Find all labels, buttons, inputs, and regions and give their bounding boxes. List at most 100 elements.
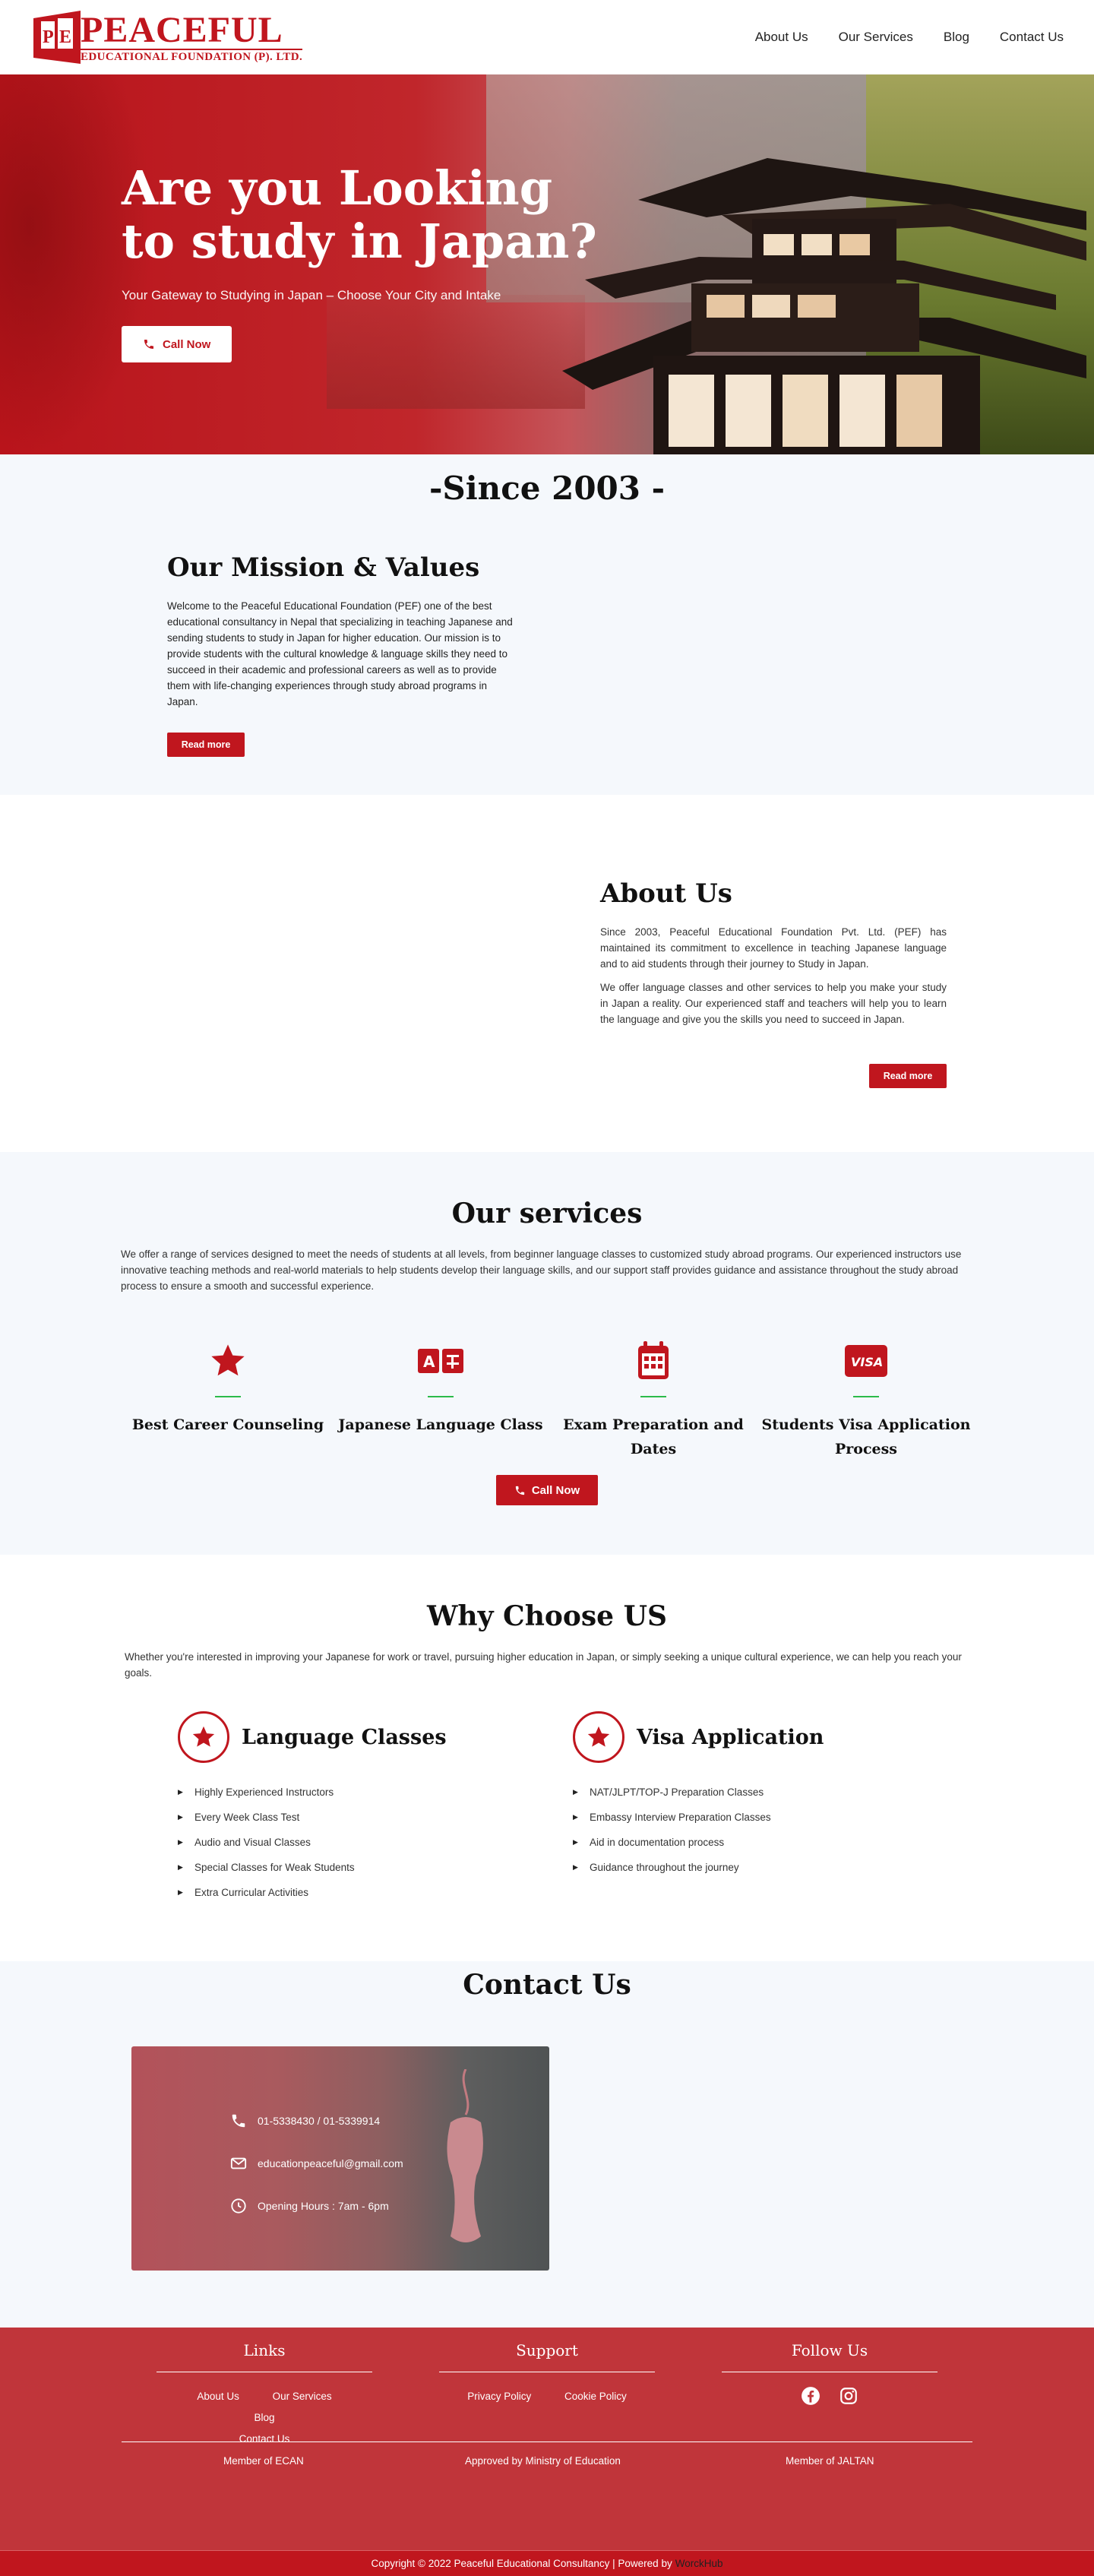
caret-right-icon: ▶ bbox=[178, 1838, 183, 1846]
list-item: ▶ NAT/JLPT/TOP-J Preparation Classes bbox=[573, 1786, 764, 1798]
footer-link-our-services[interactable]: Our Services bbox=[273, 2391, 332, 2402]
about-paragraph-1: Since 2003, Peaceful Educational Foundat… bbox=[600, 926, 947, 970]
facebook-icon[interactable] bbox=[801, 2386, 820, 2406]
svg-text:A: A bbox=[423, 1353, 435, 1371]
footer-copyright-bar: Copyright © 2022 Peaceful Educational Co… bbox=[0, 2550, 1094, 2576]
envelope-icon bbox=[230, 2157, 247, 2169]
hero-content: Are you Looking to study in Japan? Your … bbox=[122, 162, 597, 362]
list-item: ▶ Guidance throughout the journey bbox=[573, 1862, 739, 1873]
why-badge bbox=[573, 1711, 624, 1763]
list-item: ▶ Aid in documentation process bbox=[573, 1837, 725, 1848]
service-divider bbox=[215, 1396, 241, 1397]
telephone-handset-illustration bbox=[447, 2069, 483, 2242]
footer-link-cookie-policy[interactable]: Cookie Policy bbox=[564, 2391, 627, 2402]
list-item: ▶ Extra Curricular Activities bbox=[178, 1887, 309, 1898]
about-section: About Us Since 2003, Peaceful Educationa… bbox=[0, 795, 1094, 1152]
footer-member-ecan: Member of ECAN bbox=[223, 2455, 304, 2467]
instagram-icon[interactable] bbox=[839, 2386, 858, 2406]
powered-by-link[interactable]: WorckHub bbox=[675, 2558, 723, 2569]
service-title: Students Visa Application Process bbox=[761, 1416, 971, 1457]
contact-section: Contact Us 01-5338430 / 01-5339914 educa… bbox=[0, 1961, 1094, 2328]
footer-link-privacy-policy[interactable]: Privacy Policy bbox=[467, 2391, 531, 2402]
services-call-now-button[interactable]: Call Now bbox=[496, 1475, 598, 1505]
since-section: -Since 2003 - bbox=[0, 454, 1094, 507]
copyright-text: Copyright © 2022 Peaceful Educational Co… bbox=[371, 2558, 672, 2569]
caret-right-icon: ▶ bbox=[573, 1838, 578, 1846]
caret-right-icon: ▶ bbox=[178, 1813, 183, 1821]
logo-title: PEACEFUL bbox=[81, 9, 283, 50]
footer-links-title: Links bbox=[243, 2341, 286, 2359]
caret-right-icon: ▶ bbox=[573, 1788, 578, 1796]
phone-icon bbox=[515, 1486, 524, 1495]
contact-phone[interactable]: 01-5338430 / 01-5339914 bbox=[230, 2100, 403, 2142]
site-footer: Links About Us Our Services Blog Contact… bbox=[0, 2328, 1094, 2576]
main-nav: About Us Our Services Blog Contact Us bbox=[725, 30, 1064, 45]
hero-call-now-button[interactable]: Call Now bbox=[122, 326, 232, 362]
why-intro: Whether you're interested in improving y… bbox=[125, 1651, 962, 1679]
services-intro: We offer a range of services designed to… bbox=[121, 1248, 962, 1292]
contact-title: Contact Us bbox=[463, 1969, 631, 2001]
list-item: ▶ Highly Experienced Instructors bbox=[178, 1786, 334, 1798]
nav-our-services[interactable]: Our Services bbox=[839, 30, 913, 45]
service-title: Japanese Language Class bbox=[338, 1416, 543, 1433]
hero-title: Are you Looking to study in Japan? bbox=[122, 162, 597, 268]
why-list: ▶ NAT/JLPT/TOP-J Preparation Classes ▶ Emb… bbox=[573, 1780, 968, 1880]
service-card-visa-application: VISA Students Visa Application Process bbox=[760, 1340, 972, 1461]
footer-links-column: Links About Us Our Services Blog Contact… bbox=[157, 2341, 372, 2450]
list-item: ▶ Embassy Interview Preparation Classes bbox=[573, 1812, 771, 1823]
caret-right-icon: ▶ bbox=[178, 1888, 183, 1896]
translate-icon: A bbox=[418, 1349, 463, 1373]
why-column-heading: Visa Application bbox=[637, 1725, 824, 1749]
svg-text:VISA: VISA bbox=[851, 1355, 883, 1369]
footer-follow-column: Follow Us bbox=[722, 2341, 937, 2406]
clock-icon bbox=[231, 2198, 246, 2214]
service-title: Best Career Counseling bbox=[131, 1416, 324, 1433]
footer-link-contact-us[interactable]: Contact Us bbox=[239, 2433, 290, 2445]
nav-about-us[interactable]: About Us bbox=[755, 30, 808, 45]
star-icon bbox=[192, 1726, 215, 1747]
mission-text: Welcome to the Peaceful Educational Foun… bbox=[167, 600, 513, 707]
star-icon bbox=[587, 1726, 610, 1747]
services-title: Our services bbox=[451, 1198, 643, 1229]
services-cta-label: Call Now bbox=[531, 1483, 580, 1497]
logo-emblem-icon: P E bbox=[33, 11, 81, 64]
service-divider bbox=[853, 1396, 879, 1397]
nav-contact-us[interactable]: Contact Us bbox=[1000, 30, 1064, 45]
list-item: ▶ Every Week Class Test bbox=[178, 1812, 300, 1823]
why-list: ▶ Highly Experienced Instructors ▶ Every W… bbox=[178, 1780, 573, 1905]
contact-email[interactable]: educationpeaceful@gmail.com bbox=[230, 2142, 403, 2185]
why-column-language-classes: Language Classes ▶ Highly Experienced Ins… bbox=[178, 1711, 573, 1905]
footer-member-jaltan: Member of JALTAN bbox=[786, 2455, 874, 2467]
footer-support-title: Support bbox=[516, 2341, 578, 2359]
pagoda-illustration bbox=[562, 158, 1086, 454]
footer-link-blog[interactable]: Blog bbox=[254, 2412, 274, 2423]
calendar-icon bbox=[638, 1341, 669, 1379]
why-column-visa-application: Visa Application ▶ NAT/JLPT/TOP-J Prepara… bbox=[573, 1711, 968, 1905]
about-read-more-button[interactable]: Read more bbox=[869, 1064, 947, 1088]
contact-card: 01-5338430 / 01-5339914 educationpeacefu… bbox=[131, 2046, 549, 2271]
list-item: ▶ Special Classes for Weak Students bbox=[178, 1862, 355, 1873]
visa-card-icon: VISA bbox=[845, 1345, 887, 1377]
mission-read-more-button[interactable]: Read more bbox=[167, 733, 245, 757]
hero-title-line2: to study in Japan? bbox=[122, 214, 597, 269]
contact-hours: Opening Hours : 7am - 6pm bbox=[230, 2185, 403, 2227]
contact-phone-text: 01-5338430 / 01-5339914 bbox=[258, 2115, 381, 2127]
footer-support-column: Support Privacy Policy Cookie Policy bbox=[439, 2341, 655, 2407]
caret-right-icon: ▶ bbox=[178, 1863, 183, 1871]
services-section: Our services We offer a range of service… bbox=[0, 1152, 1094, 1555]
footer-link-about-us[interactable]: About Us bbox=[197, 2391, 239, 2402]
nav-blog[interactable]: Blog bbox=[944, 30, 969, 45]
list-item: ▶ Audio and Visual Classes bbox=[178, 1837, 311, 1848]
contact-email-text: educationpeaceful@gmail.com bbox=[258, 2157, 403, 2169]
services-grid: Best Career Counseling A Japanese Langua… bbox=[0, 1340, 1094, 1461]
service-card-language-class: A Japanese Language Class bbox=[334, 1340, 547, 1461]
why-title: Why Choose US bbox=[426, 1600, 667, 1632]
site-logo[interactable]: P E PEACEFUL EDUCATIONAL FOUNDATION (P).… bbox=[30, 8, 303, 67]
service-divider bbox=[428, 1396, 454, 1397]
why-column-heading: Language Classes bbox=[242, 1725, 447, 1749]
service-card-career-counseling: Best Career Counseling bbox=[122, 1340, 334, 1461]
service-divider bbox=[640, 1396, 666, 1397]
footer-ministry-approval: Approved by Ministry of Education bbox=[465, 2455, 621, 2467]
contact-hours-text: Opening Hours : 7am - 6pm bbox=[258, 2200, 389, 2212]
phone-icon bbox=[232, 2114, 245, 2128]
